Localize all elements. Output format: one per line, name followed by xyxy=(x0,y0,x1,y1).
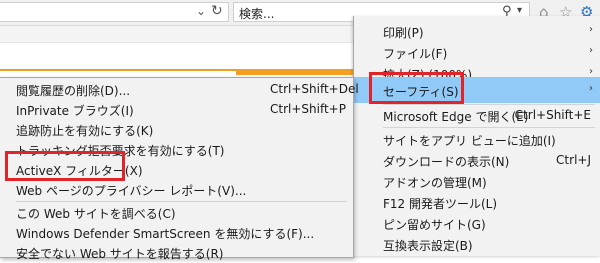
tools-menu: 印刷(P) › ファイル(F) › 拡大(Z) (100%) › セーフティ(S… xyxy=(353,16,600,256)
menu-item-smartscreen[interactable]: Windows Defender SmartScreen を無効にする(F)..… xyxy=(0,223,353,243)
menu-item-label: アドオンの管理(M) xyxy=(383,176,487,190)
menu-separator xyxy=(383,127,595,128)
menu-shortcut: Ctrl+Shift+E xyxy=(514,108,591,122)
chevron-right-icon: › xyxy=(589,24,593,35)
chevron-right-icon: › xyxy=(589,45,593,56)
chevron-right-icon: › xyxy=(589,66,593,77)
menu-item-label: F12 開発者ツール(L) xyxy=(383,197,498,211)
menu-item-report-unsafe[interactable]: 安全でない Web サイトを報告する(R) xyxy=(0,243,353,263)
menu-item-label: ファイル(F) xyxy=(383,47,448,61)
menu-item-tracking-protection[interactable]: 追跡防止を有効にする(K) xyxy=(0,120,353,140)
menu-item-label: Microsoft Edge で開く(E) xyxy=(383,110,529,124)
menu-item-label: InPrivate ブラウズ(I) xyxy=(16,104,134,118)
menu-item-label: Web ページのプライバシー レポート(V)... xyxy=(16,184,247,198)
menu-item-delete-history[interactable]: 閲覧履歴の削除(D)... Ctrl+Shift+Del xyxy=(0,80,359,100)
menu-item-label: サイトをアプリ ビューに追加(I) xyxy=(383,134,556,148)
menu-item-label: この Web サイトを調べる(C) xyxy=(16,207,176,221)
menu-item-label: 安全でない Web サイトを報告する(R) xyxy=(16,247,224,261)
search-input[interactable]: 検索... xyxy=(239,5,274,22)
menu-item-label: ActiveX フィルター(X) xyxy=(16,164,143,178)
menu-item-downloads[interactable]: ダウンロードの表示(N) Ctrl+J xyxy=(354,150,600,172)
search-dropdown-icon[interactable]: ▾ xyxy=(517,5,522,16)
menu-item-open-in-edge[interactable]: Microsoft Edge で開く(E) Ctrl+Shift+E xyxy=(354,105,600,127)
menu-shortcut: Ctrl+Shift+Del xyxy=(270,82,359,96)
menu-item-compat-view[interactable]: 互換表示設定(B) xyxy=(354,234,600,256)
menu-item-label: 印刷(P) xyxy=(383,26,424,40)
menu-item-pinned-sites[interactable]: ピン留めサイト(G) xyxy=(354,213,600,235)
menu-item-privacy-report[interactable]: Web ページのプライバシー レポート(V)... xyxy=(0,180,353,200)
address-bar[interactable]: ⌄ ↻ xyxy=(0,2,229,22)
menu-separator xyxy=(16,201,347,202)
menu-shortcut: Ctrl+J xyxy=(556,153,591,167)
page-accent-block xyxy=(236,69,360,75)
menu-item-label: 追跡防止を有効にする(K) xyxy=(16,124,154,138)
menu-item-add-app-view[interactable]: サイトをアプリ ビューに追加(I) xyxy=(354,129,600,151)
menu-item-addons[interactable]: アドオンの管理(M) xyxy=(354,171,600,193)
menu-item-label: ダウンロードの表示(N) xyxy=(383,155,510,169)
menu-item-file[interactable]: ファイル(F) › xyxy=(354,42,600,64)
menu-item-zoom[interactable]: 拡大(Z) (100%) › xyxy=(354,63,600,77)
menu-item-check-site[interactable]: この Web サイトを調べる(C) xyxy=(0,203,353,223)
menu-item-devtools[interactable]: F12 開発者ツール(L) xyxy=(354,192,600,214)
menu-item-label: ピン留めサイト(G) xyxy=(383,218,486,232)
menu-item-label: Windows Defender SmartScreen を無効にする(F)..… xyxy=(16,227,315,241)
menu-item-print[interactable]: 印刷(P) › xyxy=(354,21,600,43)
address-dropdown-icon[interactable]: ⌄ xyxy=(196,4,206,18)
menu-shortcut: Ctrl+Shift+P xyxy=(270,102,346,116)
menu-item-label: 閲覧履歴の削除(D)... xyxy=(16,84,131,98)
reload-icon[interactable]: ↻ xyxy=(211,3,223,19)
menu-item-label: セーフティ(S) xyxy=(383,85,459,99)
safety-submenu: 閲覧履歴の削除(D)... Ctrl+Shift+Del InPrivate ブ… xyxy=(0,77,359,261)
menu-item-activex-filter[interactable]: ActiveX フィルター(X) xyxy=(0,160,353,180)
menu-item-label: 拡大(Z) (100%) xyxy=(383,68,473,77)
menu-item-inprivate[interactable]: InPrivate ブラウズ(I) Ctrl+Shift+P xyxy=(0,100,353,120)
menu-item-do-not-track[interactable]: トラッキング拒否要求を有効にする(T) xyxy=(0,140,353,160)
menu-item-safety[interactable]: セーフティ(S) › xyxy=(354,77,600,103)
menu-item-label: 互換表示設定(B) xyxy=(383,239,473,253)
menu-item-label: トラッキング拒否要求を有効にする(T) xyxy=(16,144,225,158)
chevron-right-icon: › xyxy=(589,83,593,94)
